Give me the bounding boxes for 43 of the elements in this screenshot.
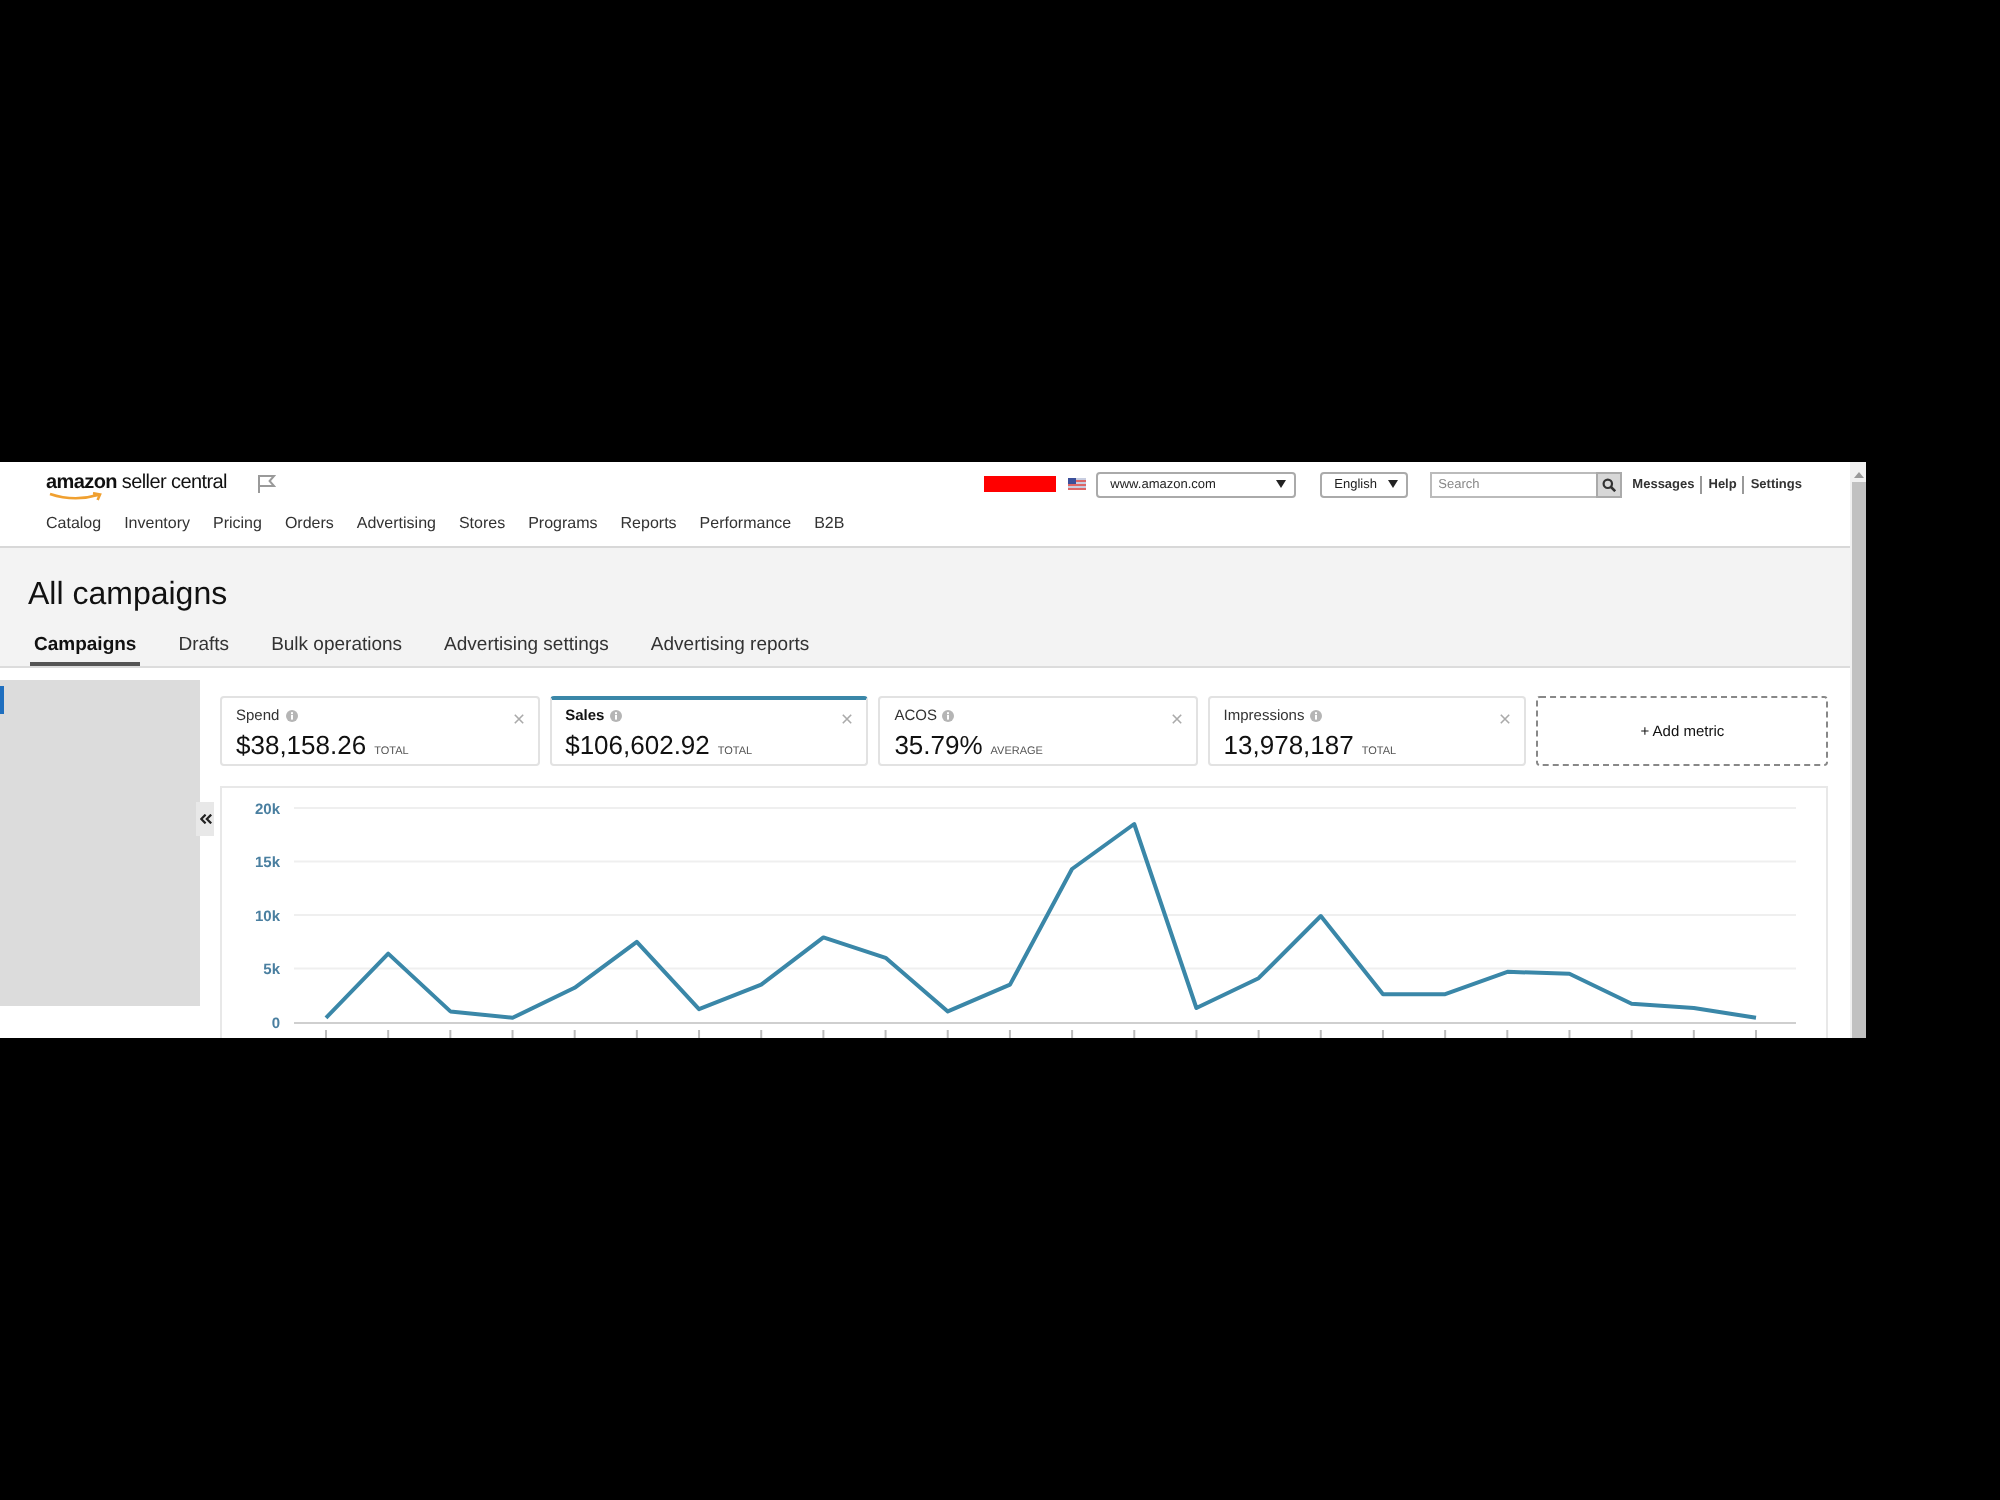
close-icon[interactable] xyxy=(842,714,853,724)
caret-icon xyxy=(1276,480,1287,488)
nav-menu-item[interactable]: Stores xyxy=(458,514,506,546)
info-icon[interactable] xyxy=(1310,709,1323,721)
sidebar-indicator-icon xyxy=(0,686,4,714)
close-icon[interactable] xyxy=(1500,714,1511,724)
metric-value: 13,978,187 xyxy=(1223,730,1354,760)
tab[interactable]: Campaigns xyxy=(30,634,141,666)
info-icon[interactable] xyxy=(610,709,623,721)
metric-value: 35.79% xyxy=(894,730,983,760)
nav-menu-item[interactable]: Advertising xyxy=(356,514,436,546)
nav-menu-item[interactable]: Inventory xyxy=(124,514,190,546)
country-flag-icon xyxy=(1068,478,1087,490)
nav-menu-item[interactable]: Pricing xyxy=(212,514,262,546)
scrollbar-thumb[interactable] xyxy=(1851,482,1865,1038)
tab[interactable]: Advertising settings xyxy=(440,634,613,666)
nav-menu-item[interactable]: Reports xyxy=(620,514,677,546)
tab[interactable]: Drafts xyxy=(174,634,234,666)
logo-text[interactable]: amazon seller central xyxy=(46,472,227,496)
search-icon xyxy=(1602,477,1617,491)
redaction-block xyxy=(984,476,1057,492)
scrollbar[interactable] xyxy=(1850,462,1866,1038)
nav-menu-item[interactable]: Catalog xyxy=(46,514,102,546)
smile-arrow-icon xyxy=(48,492,104,502)
nav-menu-item[interactable]: Orders xyxy=(284,514,334,546)
collapse-button[interactable] xyxy=(196,802,214,836)
nav-menu-item[interactable]: B2B xyxy=(814,514,845,546)
double-chevron-left-icon xyxy=(199,814,211,824)
metric-value: $38,158.26 xyxy=(236,730,367,760)
close-icon[interactable] xyxy=(513,714,524,724)
nav-menu-item[interactable]: Programs xyxy=(528,514,598,546)
close-icon[interactable] xyxy=(1171,714,1182,724)
tab[interactable]: Bulk operations xyxy=(267,634,407,666)
info-icon[interactable] xyxy=(285,709,298,721)
search-button[interactable] xyxy=(1596,471,1623,497)
tab[interactable]: Advertising reports xyxy=(646,634,814,666)
scroll-up-arrow-icon[interactable] xyxy=(1853,472,1863,478)
page-title: All campaigns xyxy=(28,576,228,616)
metric-value: $106,602.92 xyxy=(565,730,710,760)
nav-menu-item[interactable]: Performance xyxy=(699,514,792,546)
info-icon[interactable] xyxy=(942,709,955,721)
caret-icon xyxy=(1388,480,1399,488)
flag-icon[interactable] xyxy=(256,474,277,494)
